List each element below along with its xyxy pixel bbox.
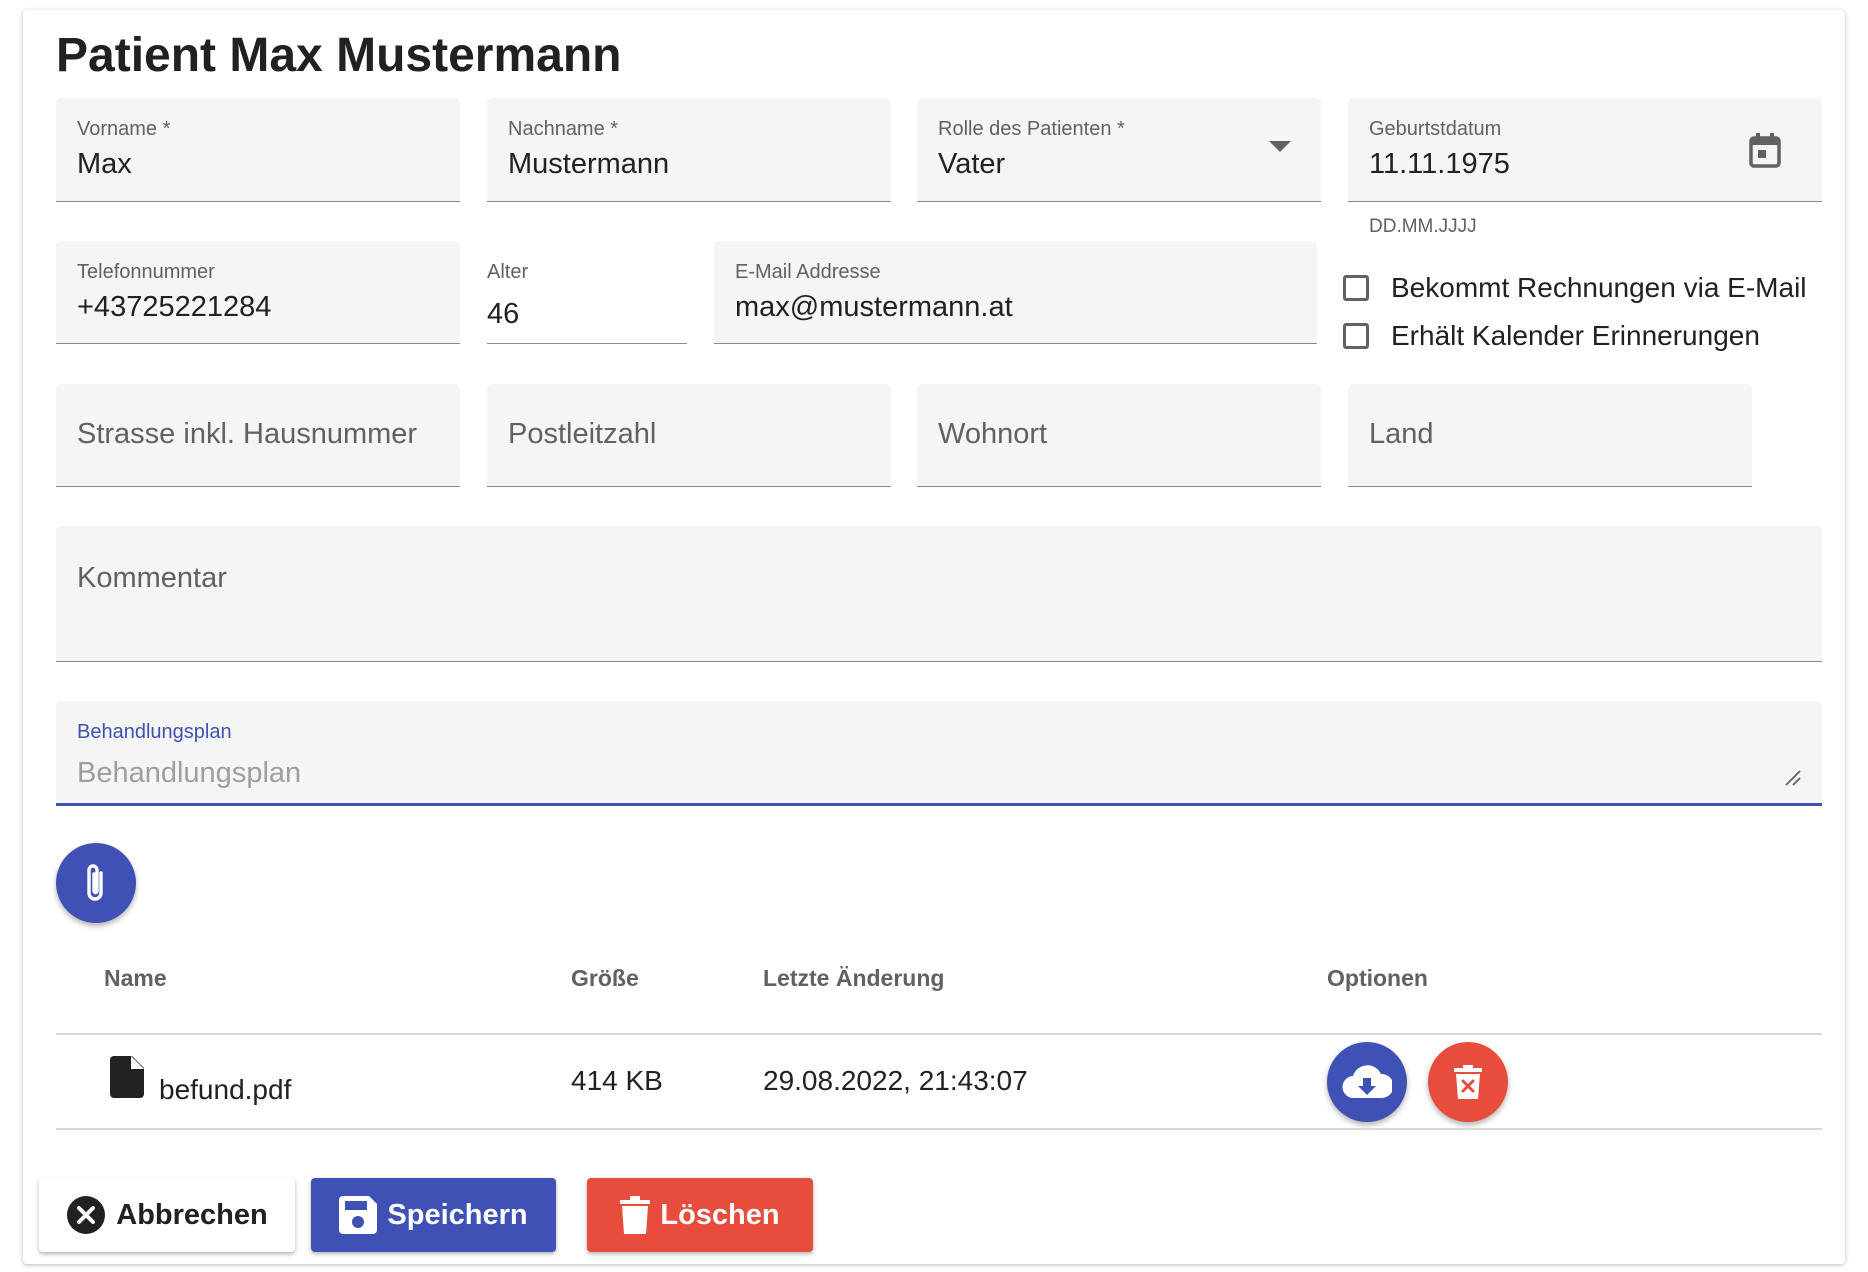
page-title: Patient Max Mustermann [56, 29, 622, 82]
kommentar-placeholder: Kommentar [77, 562, 227, 594]
telefon-field[interactable]: Telefonnummer +43725221284 [56, 241, 460, 344]
nachname-label: Nachname * [508, 118, 619, 140]
vorname-label: Vorname * [77, 118, 171, 140]
vorname-field[interactable]: Vorname * Max [56, 98, 460, 202]
col-header-name: Name [104, 965, 167, 991]
cancel-button[interactable]: Abbrechen [39, 1178, 295, 1252]
geburtsdatum-value: 11.11.1975 [1369, 148, 1510, 180]
delete-file-button[interactable] [1428, 1042, 1508, 1122]
nachname-value: Mustermann [508, 148, 670, 180]
col-header-modified: Letzte Änderung [763, 965, 945, 991]
land-placeholder: Land [1369, 418, 1434, 450]
resize-handle-icon[interactable] [1784, 769, 1802, 792]
wohnort-field[interactable]: Wohnort [917, 384, 1321, 487]
checkbox-box[interactable] [1343, 275, 1369, 301]
behandlungsplan-placeholder: Behandlungsplan [77, 757, 302, 789]
trash-icon [620, 1196, 651, 1234]
nachname-field[interactable]: Nachname * Mustermann [487, 98, 891, 202]
land-field[interactable]: Land [1348, 384, 1752, 487]
checkbox-erinnerungen[interactable]: Erhält Kalender Erinnerungen [1343, 320, 1760, 352]
alter-value: 46 [487, 298, 520, 330]
table-header-divider [56, 1033, 1822, 1035]
plz-placeholder: Postleitzahl [508, 418, 657, 450]
save-label: Speichern [387, 1198, 528, 1231]
strasse-field[interactable]: Strasse inkl. Hausnummer [56, 384, 460, 487]
cloud-download-icon [1342, 1064, 1392, 1100]
rolle-value: Vater [938, 148, 1006, 180]
file-icon [110, 1056, 144, 1103]
checkbox-label: Bekommt Rechnungen via E-Mail [1391, 272, 1807, 303]
save-button[interactable]: Speichern [311, 1178, 556, 1252]
paperclip-icon [79, 861, 113, 905]
wohnort-placeholder: Wohnort [938, 418, 1048, 450]
checkbox-box[interactable] [1343, 323, 1369, 349]
col-header-size: Größe [571, 965, 639, 991]
floppy-disk-icon [339, 1196, 378, 1234]
email-value: max@mustermann.at [735, 291, 1013, 323]
strasse-placeholder: Strasse inkl. Hausnummer [77, 418, 418, 450]
behandlungsplan-label: Behandlungsplan [77, 721, 232, 743]
close-circle-icon [66, 1195, 106, 1235]
behandlungsplan-field[interactable]: Behandlungsplan Behandlungsplan [56, 701, 1822, 806]
table-row-divider [56, 1128, 1822, 1130]
col-header-options: Optionen [1327, 965, 1428, 991]
trash-x-icon [1454, 1065, 1482, 1099]
calendar-icon[interactable] [1748, 132, 1782, 173]
telefon-label: Telefonnummer [77, 261, 215, 283]
plz-field[interactable]: Postleitzahl [487, 384, 891, 487]
checkbox-label: Erhält Kalender Erinnerungen [1391, 320, 1760, 351]
file-name[interactable]: befund.pdf [159, 1074, 291, 1106]
rolle-label: Rolle des Patienten * [938, 118, 1125, 140]
file-size: 414 KB [571, 1065, 663, 1096]
geburtsdatum-label: Geburtstdatum [1369, 118, 1502, 140]
geburtsdatum-hint: DD.MM.JJJJ [1369, 216, 1477, 237]
alter-field[interactable]: Alter 46 [487, 241, 687, 344]
rolle-select[interactable]: Rolle des Patienten * Vater [917, 98, 1321, 202]
kommentar-field[interactable]: Kommentar [56, 526, 1822, 662]
alter-label: Alter [487, 261, 529, 283]
download-file-button[interactable] [1327, 1042, 1407, 1122]
cancel-label: Abbrechen [116, 1198, 268, 1231]
delete-label: Löschen [660, 1198, 780, 1231]
file-modified: 29.08.2022, 21:43:07 [763, 1065, 1028, 1096]
vorname-value: Max [77, 148, 132, 180]
telefon-value: +43725221284 [77, 291, 272, 323]
email-label: E-Mail Addresse [735, 261, 881, 283]
attach-file-button[interactable] [56, 843, 136, 923]
geburtsdatum-field[interactable]: Geburtstdatum 11.11.1975 [1348, 98, 1822, 202]
caret-down-icon [1269, 140, 1291, 158]
email-field[interactable]: E-Mail Addresse max@mustermann.at [714, 241, 1317, 344]
checkbox-rechnungen[interactable]: Bekommt Rechnungen via E-Mail [1343, 272, 1807, 304]
delete-button[interactable]: Löschen [587, 1178, 813, 1252]
